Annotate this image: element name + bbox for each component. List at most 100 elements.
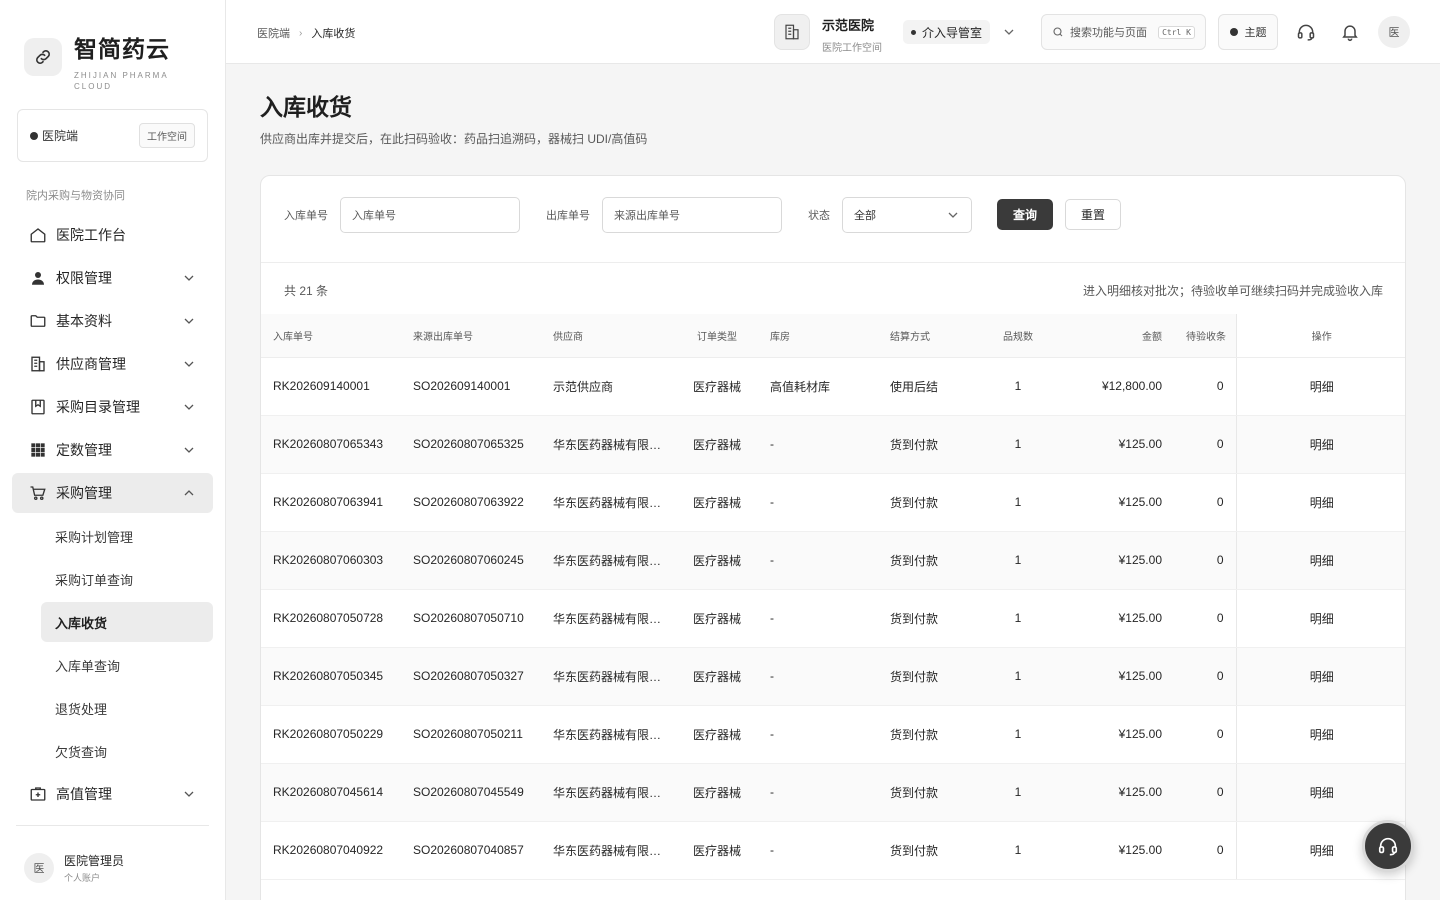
hospital-name: 示范医院 xyxy=(822,18,875,33)
reset-button[interactable]: 重置 xyxy=(1065,199,1121,230)
workspace-button[interactable]: 工作空间 xyxy=(139,123,195,148)
status-select[interactable]: 全部 xyxy=(842,197,972,233)
sidebar-subitem-plan[interactable]: 采购计划管理 xyxy=(41,516,213,556)
sidebar-item-high-value[interactable]: 高值管理 xyxy=(12,774,213,814)
sidebar-item-basic-data[interactable]: 基本资料 xyxy=(12,301,213,341)
spec-count-cell: 1 xyxy=(988,647,1048,706)
cart-icon xyxy=(28,483,48,503)
chevron-down-icon xyxy=(184,404,194,410)
brand: 智简药云 ZHIJIAN PHARMA CLOUD xyxy=(24,30,174,92)
query-button[interactable]: 查询 xyxy=(997,199,1053,230)
spec-count-cell: 1 xyxy=(988,705,1048,764)
warehouse-cell: - xyxy=(758,763,878,822)
amount-cell: ¥125.00 xyxy=(1048,821,1174,880)
breadcrumb-separator: › xyxy=(299,27,303,39)
column-header: 订单类型 xyxy=(676,314,758,358)
sidebar: 智简药云 ZHIJIAN PHARMA CLOUD 医院端 工作空间 院内采购与… xyxy=(0,0,226,900)
sidebar-nav: 医院工作台 权限管理 基本资料 供应商管理 采购目录管理 定数管理 采购管理 采… xyxy=(12,215,213,817)
sidebar-item-label: 定数管理 xyxy=(56,442,112,458)
column-header: 待验收条 xyxy=(1174,314,1236,358)
supplier-cell: 华东医药器械有限… xyxy=(541,647,676,706)
detail-link[interactable]: 明细 xyxy=(1235,647,1405,706)
outbound-number-cell: SO202609140001 xyxy=(401,357,541,416)
support-float-button[interactable] xyxy=(1362,820,1414,872)
spec-count-cell: 1 xyxy=(988,821,1048,880)
avatar[interactable]: 医 xyxy=(1378,16,1410,48)
headset-icon[interactable] xyxy=(1296,22,1316,42)
amount-cell: ¥125.00 xyxy=(1048,589,1174,648)
detail-link[interactable]: 明细 xyxy=(1235,415,1405,474)
hospital-switcher[interactable]: 示范医院 医院工作空间 xyxy=(822,15,882,54)
status-label: 状态 xyxy=(808,210,830,222)
settlement-cell: 货到付款 xyxy=(878,415,988,474)
hospital-icon[interactable] xyxy=(774,14,810,50)
pending-count-cell: 0 xyxy=(1174,357,1236,416)
home-icon xyxy=(28,225,48,245)
outbound-number-cell: SO20260807065325 xyxy=(401,415,541,474)
status-value: 全部 xyxy=(854,210,876,222)
sidebar-item-permissions[interactable]: 权限管理 xyxy=(12,258,213,298)
supplier-cell: 华东医药器械有限… xyxy=(541,821,676,880)
sidebar-item-suppliers[interactable]: 供应商管理 xyxy=(12,344,213,384)
search-shortcut: Ctrl K xyxy=(1158,25,1195,39)
settlement-cell: 货到付款 xyxy=(878,647,988,706)
breadcrumb-item[interactable]: 医院端 xyxy=(257,25,290,41)
order-type-cell: 医疗器械 xyxy=(676,473,758,532)
inbound-number-cell: RK20260807040922 xyxy=(261,821,401,880)
table-hint: 进入明细核对批次；待验收单可继续扫码并完成验收入库 xyxy=(1082,284,1383,298)
warehouse-cell: - xyxy=(758,531,878,590)
department-pill[interactable]: 介入导管室 xyxy=(903,20,991,44)
user-name: 医院管理员 xyxy=(64,854,125,868)
amount-cell: ¥125.00 xyxy=(1048,705,1174,764)
inbound-number-cell: RK20260807050229 xyxy=(261,705,401,764)
pending-count-cell: 0 xyxy=(1174,415,1236,474)
sidebar-item-fixed-quantity[interactable]: 定数管理 xyxy=(12,430,213,470)
settlement-cell: 货到付款 xyxy=(878,821,988,880)
headset-icon xyxy=(1378,837,1398,856)
supplier-cell: 华东医药器械有限… xyxy=(541,705,676,764)
sidebar-subitem-receiving[interactable]: 入库收货 xyxy=(41,602,213,642)
receiving-table: 入库单号 来源出库单号 供应商 订单类型 库房 结算方式 品规数 金额 待验收条… xyxy=(261,314,1405,880)
chevron-down-icon xyxy=(184,275,194,281)
detail-link[interactable]: 明细 xyxy=(1235,473,1405,532)
chevron-down-icon xyxy=(184,318,194,324)
warehouse-cell: - xyxy=(758,589,878,648)
filter-bar: 入库单号 入库单号 出库单号 来源出库单号 状态 全部 查询 重置 xyxy=(261,176,1405,263)
sidebar-subitem-backorder[interactable]: 欠货查询 xyxy=(41,731,213,771)
sidebar-item-label: 高值管理 xyxy=(56,786,112,802)
outbound-number-input[interactable]: 来源出库单号 xyxy=(602,197,782,233)
user-icon xyxy=(28,268,48,288)
detail-link[interactable]: 明细 xyxy=(1235,357,1405,416)
table-row: RK20260807060303 SO20260807060245 华东医药器械有限… xyxy=(261,531,1405,590)
user-profile[interactable]: 医 医院管理员 个人账户 xyxy=(24,852,124,884)
sidebar-section-title: 院内采购与物资协同 xyxy=(26,190,125,202)
detail-link[interactable]: 明细 xyxy=(1235,531,1405,590)
spec-count-cell: 1 xyxy=(988,763,1048,822)
chevron-down-icon[interactable] xyxy=(1003,26,1015,38)
inbound-label: 入库单号 xyxy=(284,210,328,222)
detail-link[interactable]: 明细 xyxy=(1235,763,1405,822)
sidebar-item-catalog[interactable]: 采购目录管理 xyxy=(12,387,213,427)
sidebar-item-workbench[interactable]: 医院工作台 xyxy=(12,215,213,255)
outbound-label: 出库单号 xyxy=(546,210,590,222)
inbound-number-input[interactable]: 入库单号 xyxy=(340,197,520,233)
sidebar-subitem-order-query[interactable]: 采购订单查询 xyxy=(41,559,213,599)
detail-link[interactable]: 明细 xyxy=(1235,589,1405,648)
order-type-cell: 医疗器械 xyxy=(676,821,758,880)
outbound-number-cell: SO20260807050710 xyxy=(401,589,541,648)
chevron-down-icon xyxy=(948,212,958,218)
theme-button[interactable]: 主题 xyxy=(1218,14,1278,50)
column-header: 操作 xyxy=(1235,314,1405,358)
bell-icon[interactable] xyxy=(1340,22,1360,42)
amount-cell: ¥125.00 xyxy=(1048,531,1174,590)
sidebar-subitem-inbound-query[interactable]: 入库单查询 xyxy=(41,645,213,685)
detail-link[interactable]: 明细 xyxy=(1235,705,1405,764)
department-label: 介入导管室 xyxy=(922,25,983,40)
outbound-number-cell: SO20260807040857 xyxy=(401,821,541,880)
search-input[interactable]: 搜索功能与页面 Ctrl K xyxy=(1041,14,1206,50)
settlement-cell: 货到付款 xyxy=(878,589,988,648)
sidebar-item-procurement[interactable]: 采购管理 xyxy=(12,473,213,513)
topbar: 医院端 › 入库收货 示范医院 医院工作空间 介入导管室 搜索功能与页面 Ctr… xyxy=(226,0,1440,64)
settlement-cell: 使用后结 xyxy=(878,357,988,416)
sidebar-subitem-returns[interactable]: 退货处理 xyxy=(41,688,213,728)
